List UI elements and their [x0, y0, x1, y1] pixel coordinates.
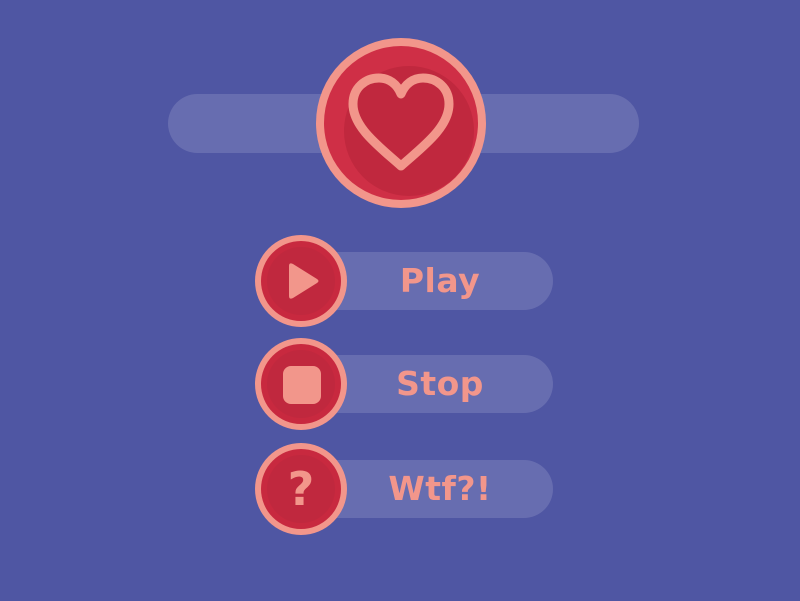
help-label: Wtf?!: [388, 469, 492, 508]
play-label: Play: [399, 261, 481, 300]
stop-menu-item[interactable]: Stop: [255, 338, 555, 430]
play-button[interactable]: [255, 235, 347, 327]
favorite-button[interactable]: [316, 38, 486, 208]
stop-label: Stop: [396, 364, 484, 403]
help-button-core: ?: [267, 455, 335, 523]
stop-button[interactable]: [255, 338, 347, 430]
play-button-core: [267, 247, 335, 315]
help-button-ring: ?: [261, 449, 341, 529]
play-button-ring: [261, 241, 341, 321]
question-icon: ?: [287, 462, 315, 516]
help-button[interactable]: ?: [255, 443, 347, 535]
stop-button-core: [267, 350, 335, 418]
play-icon: [289, 263, 319, 299]
stop-icon: [283, 366, 321, 404]
heart-icon: [348, 73, 454, 171]
play-menu-item[interactable]: Play: [255, 235, 555, 327]
help-menu-item[interactable]: ? Wtf?!: [255, 443, 555, 535]
game-menu-screen: Play Stop ? Wtf?!: [0, 0, 800, 601]
stop-button-ring: [261, 344, 341, 424]
